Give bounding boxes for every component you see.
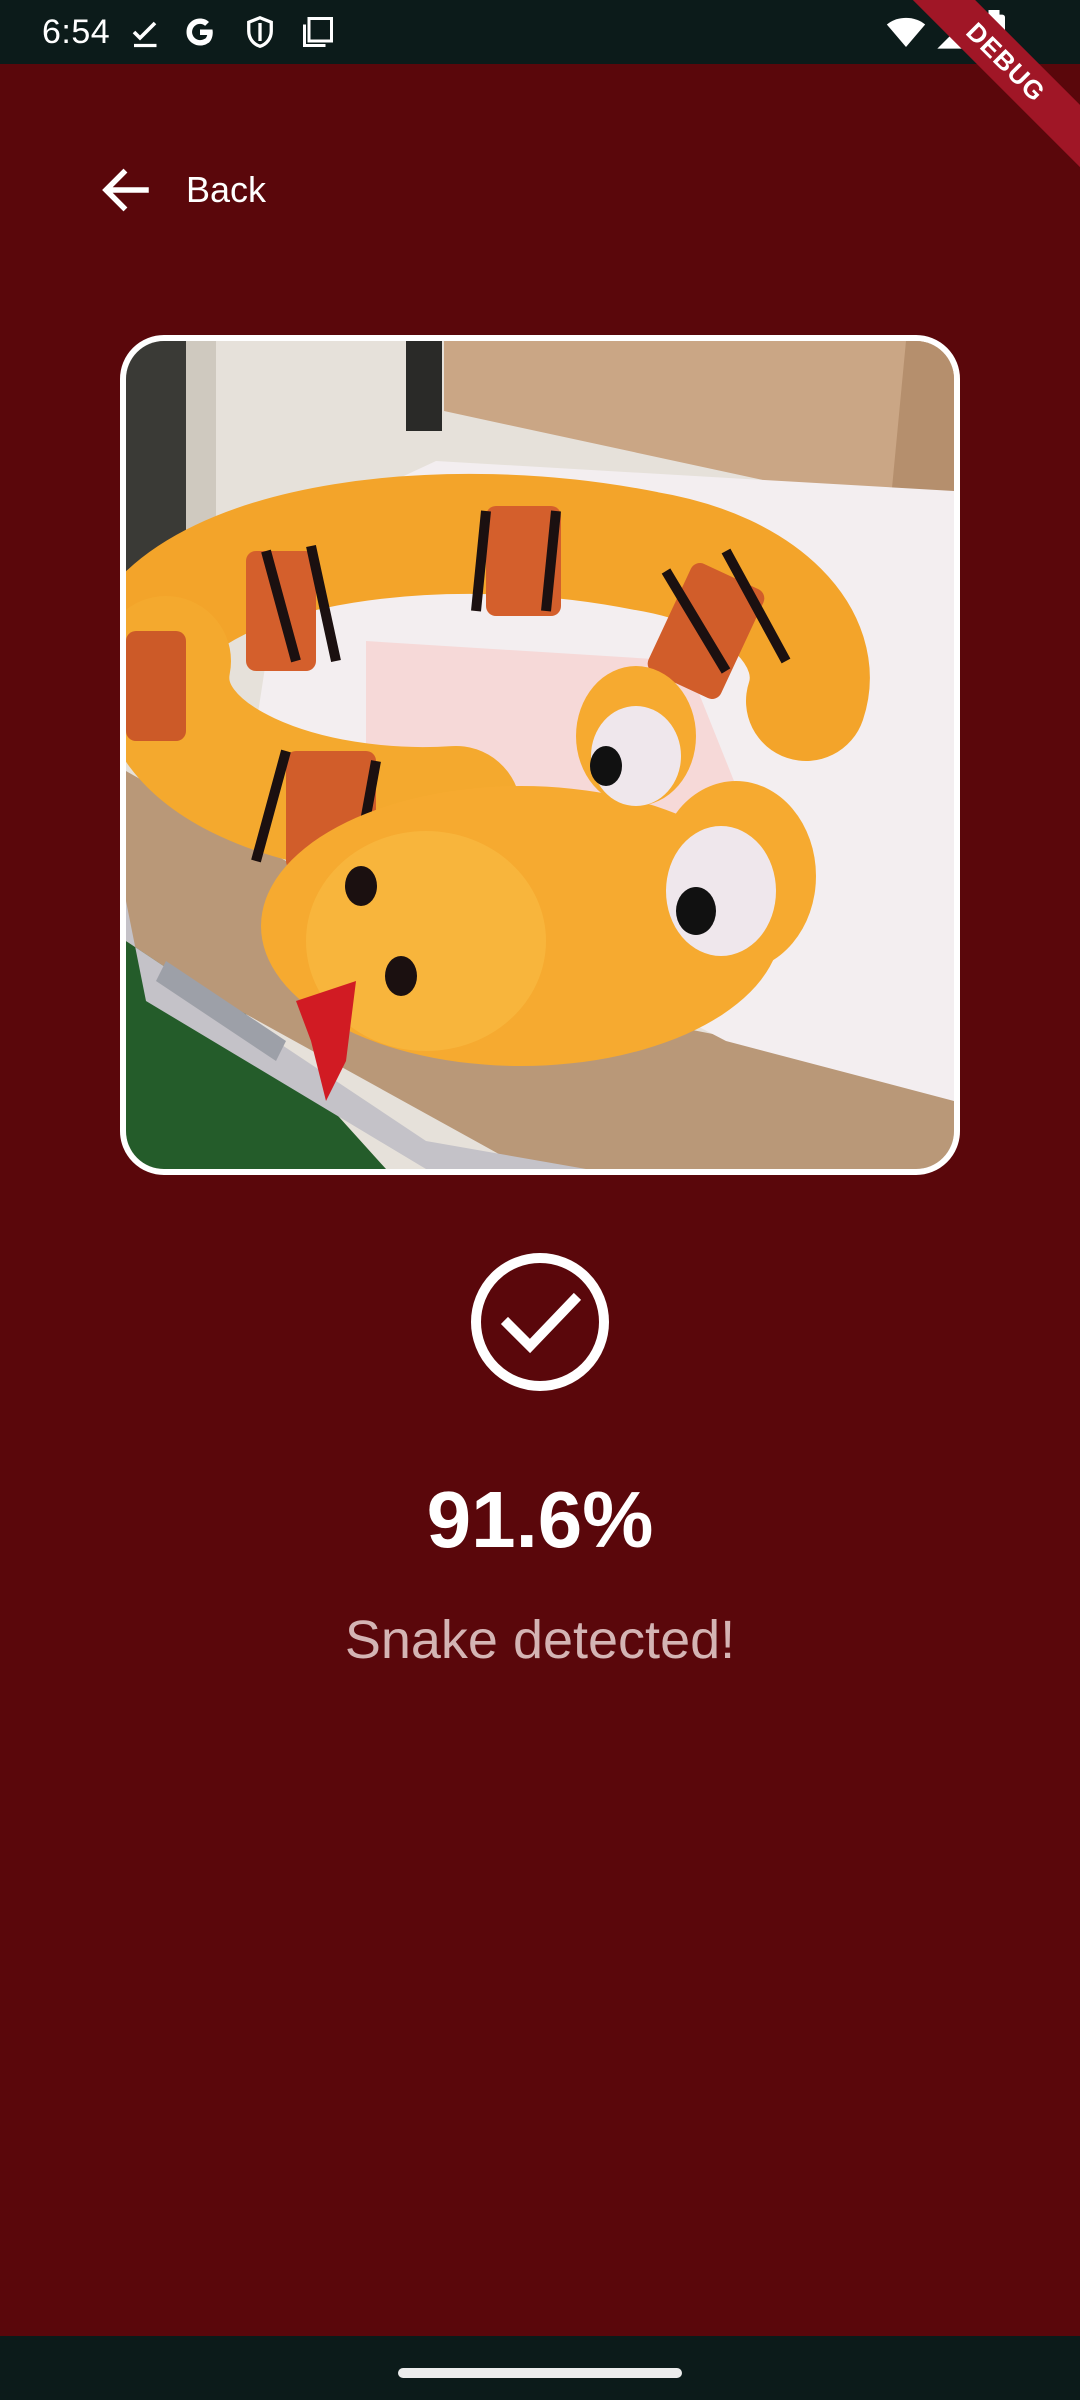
detection-message: Snake detected! bbox=[344, 1610, 736, 1670]
google-icon bbox=[186, 18, 213, 46]
confidence-percent: 91.6% bbox=[426, 1475, 654, 1564]
battery-icon bbox=[983, 10, 1005, 54]
shield-icon bbox=[247, 15, 273, 48]
check-circle-icon bbox=[471, 1253, 609, 1391]
result-screen: 6:54 DEBUG Back 91.6% Snake detected! bbox=[0, 0, 1080, 2400]
home-indicator[interactable] bbox=[398, 2368, 682, 2378]
signal-icon bbox=[937, 15, 971, 49]
wifi-icon bbox=[886, 17, 926, 47]
back-button-label[interactable]: Back bbox=[186, 169, 266, 211]
screenshot-icon bbox=[303, 17, 333, 47]
status-bar: 6:54 bbox=[0, 0, 1080, 64]
check-download-icon bbox=[132, 21, 157, 48]
navigation-bar bbox=[0, 2336, 1080, 2400]
analyzed-photo bbox=[120, 335, 960, 1175]
arrow-back-icon[interactable] bbox=[96, 160, 156, 220]
status-time: 6:54 bbox=[42, 13, 111, 51]
plush-snake-photo bbox=[126, 341, 954, 1169]
back-button[interactable]: Back bbox=[96, 150, 266, 230]
